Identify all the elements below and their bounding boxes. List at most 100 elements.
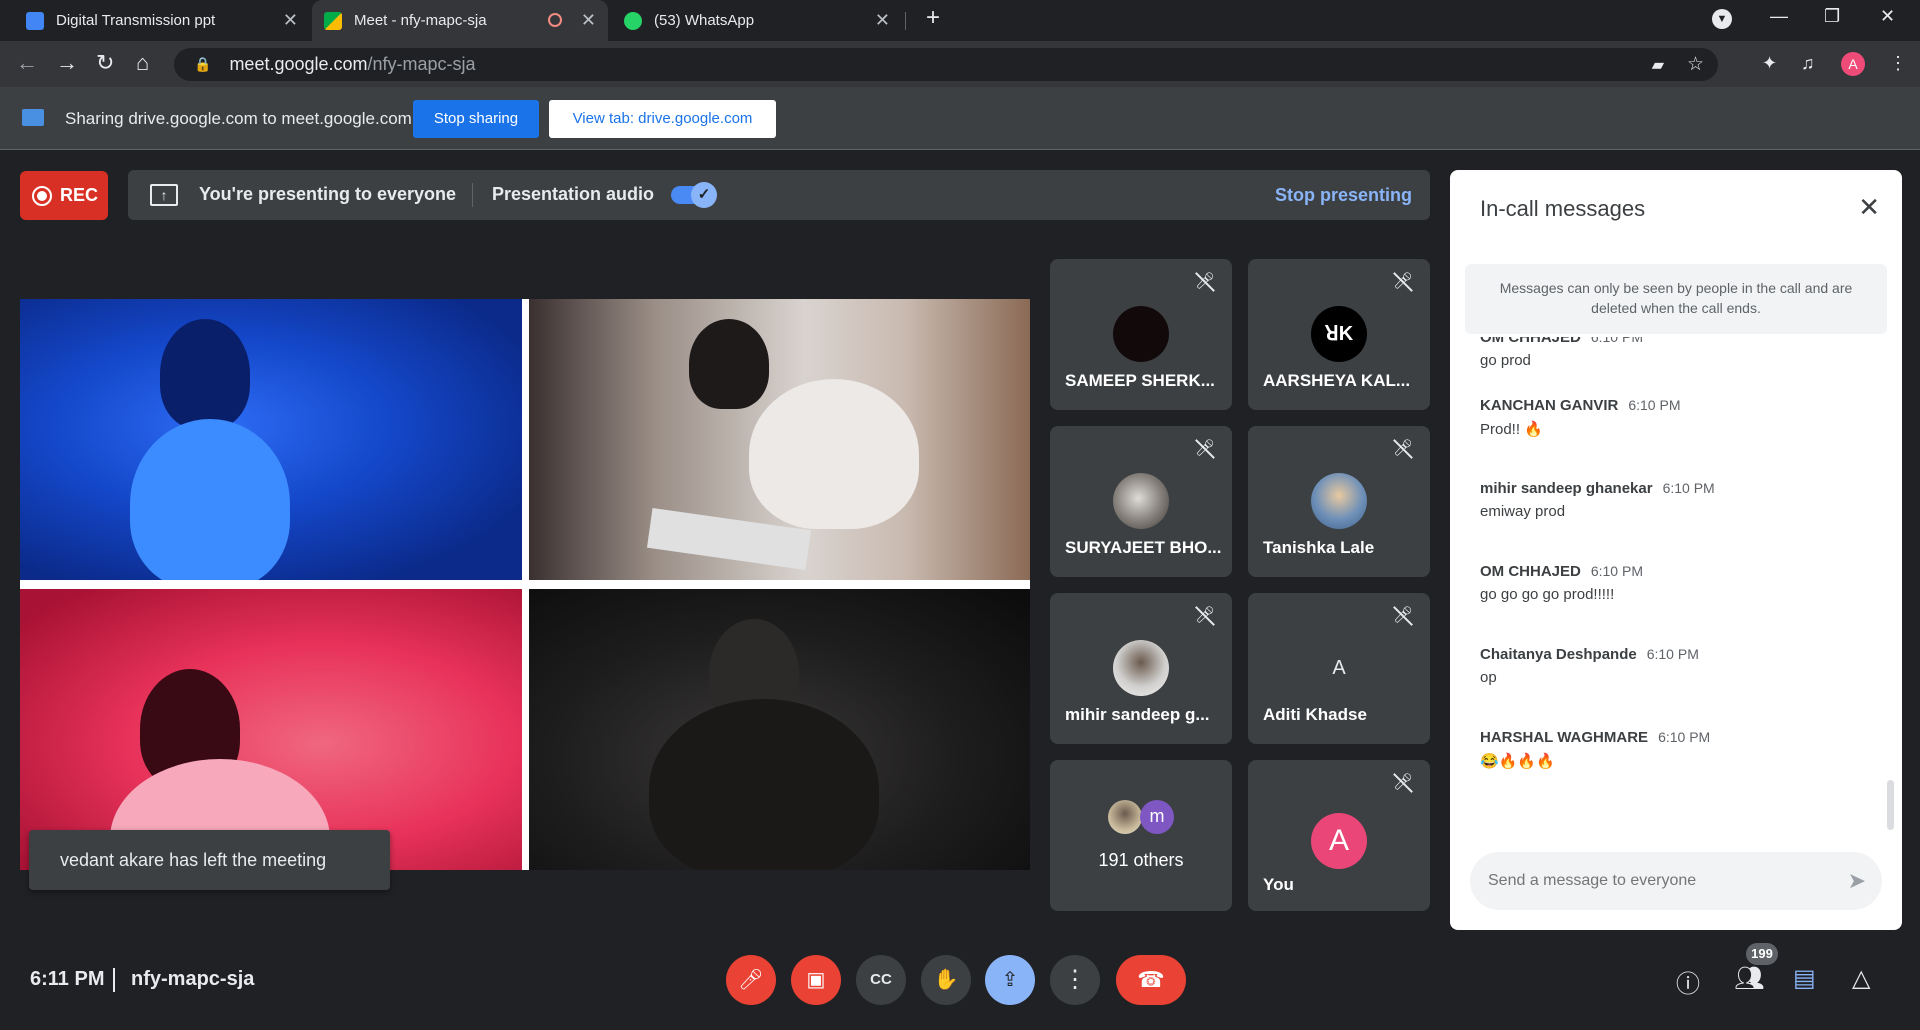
panel-title: In-call messages	[1480, 196, 1646, 221]
meeting-details-icon[interactable]: ⓘ	[1676, 964, 1700, 999]
people-icon[interactable]: 👥︎	[1734, 964, 1764, 993]
meet-icon	[324, 11, 342, 30]
back-icon[interactable]: ←	[16, 51, 38, 75]
close-tab-icon[interactable]: ✕	[581, 10, 596, 31]
video-frame	[20, 589, 522, 870]
presenting-status: You're presenting to everyone	[199, 184, 457, 204]
extensions-icon[interactable]: ✦	[1762, 53, 1777, 74]
avatar	[1108, 800, 1142, 834]
message-sender: mihir sandeep ghanekar 6:10 PM	[1480, 480, 1715, 497]
person-silhouette	[749, 379, 919, 529]
mic-off-icon: 🎤︎	[1194, 605, 1216, 627]
message-time: 6:10 PM	[1628, 397, 1681, 413]
view-tab-button[interactable]: View tab: drive.google.com	[549, 100, 776, 138]
close-tab-icon[interactable]: ✕	[283, 10, 298, 31]
mic-off-button[interactable]: 🎤︎	[726, 955, 776, 1005]
message-text: 😂🔥🔥🔥	[1480, 753, 1555, 770]
chat-message: OM CHHAJED 6:10 PM go go go go prod!!!!!	[1480, 563, 1880, 603]
chat-scrollbar[interactable]	[1887, 780, 1894, 830]
avatar: m	[1140, 800, 1174, 834]
media-control-icon[interactable]: ♫	[1801, 53, 1815, 74]
tab-title: Digital Transmission ppt	[56, 12, 216, 29]
presentation-audio-label: Presentation audio	[492, 184, 655, 204]
participant-name: mihir sandeep g...	[1065, 705, 1210, 724]
activities-icon[interactable]: △	[1852, 964, 1870, 993]
message-sender: Chaitanya Deshpande 6:10 PM	[1480, 646, 1699, 663]
divider	[113, 968, 115, 992]
tab-whatsapp[interactable]: (53) WhatsApp ✕	[612, 0, 902, 41]
stop-presenting-button[interactable]: Stop presenting	[1275, 185, 1412, 206]
camera-off-button[interactable]: ▣	[791, 955, 841, 1005]
tab-meet[interactable]: Meet - nfy-mapc-sja ✕	[312, 0, 608, 41]
participant-name: SAMEEP SHERK...	[1065, 371, 1215, 390]
participant-name: SURYAJEET BHO...	[1065, 538, 1222, 557]
presentation-audio-toggle[interactable]: ✓	[671, 182, 717, 208]
present-now-button[interactable]: ⇪	[985, 955, 1035, 1005]
bookmark-star-icon[interactable]: ☆	[1687, 53, 1704, 76]
address-bar[interactable]: 🔒 meet.google.com /nfy-mapc-sja ▰ ☆	[174, 48, 1718, 81]
slides-icon	[26, 11, 44, 30]
present-screen-icon: ↑	[150, 184, 178, 206]
menu-kebab-icon[interactable]: ⋮	[1889, 53, 1907, 74]
more-options-button[interactable]: ⋮	[1050, 955, 1100, 1005]
message-time: 6:10 PM	[1646, 646, 1699, 662]
camera-icon[interactable]: ▰	[1652, 55, 1664, 75]
message-text: emiway prod	[1480, 503, 1566, 520]
participant-tile[interactable]: 🎤︎ Tanishka Lale	[1248, 426, 1430, 577]
message-sender: HARSHAL WAGHMARE 6:10 PM	[1480, 729, 1711, 746]
participant-tile[interactable]: 🎤︎ mihir sandeep g...	[1050, 593, 1232, 744]
mic-off-icon: 🎤︎	[1392, 605, 1414, 627]
others-tile[interactable]: m 191 others	[1050, 760, 1232, 911]
in-call-messages-panel: In-call messages ✕ Messages can only be …	[1450, 170, 1902, 930]
profile-avatar[interactable]: A	[1841, 52, 1865, 76]
close-window-icon[interactable]: ✕	[1880, 6, 1895, 27]
recording-badge[interactable]: REC	[20, 171, 108, 220]
chat-message: OM CHHAJED 6:10 PM go prod	[1480, 337, 1880, 369]
leave-call-button[interactable]: ☎	[1116, 955, 1186, 1005]
send-icon[interactable]: ➤	[1848, 868, 1866, 894]
reload-icon[interactable]: ↻	[96, 51, 114, 75]
shared-video-grid	[20, 299, 1030, 870]
person-silhouette	[649, 699, 879, 870]
chat-icon[interactable]: ▤	[1793, 964, 1816, 993]
tab-search-icon[interactable]: ▼	[1712, 9, 1732, 29]
meeting-code: nfy-mapc-sja	[131, 968, 255, 990]
close-tab-icon[interactable]: ✕	[875, 10, 890, 31]
raise-hand-button[interactable]: ✋	[921, 955, 971, 1005]
browser-toolbar: ← → ↻ ⌂ 🔒 meet.google.com /nfy-mapc-sja …	[0, 41, 1920, 87]
new-tab-button[interactable]: +	[926, 4, 940, 32]
minimize-icon[interactable]: —	[1770, 6, 1788, 27]
participant-name: AARSHEYA KAL...	[1263, 371, 1411, 390]
captions-button[interactable]: CC	[856, 955, 906, 1005]
mic-off-icon: 🎤︎	[1392, 271, 1414, 293]
mic-off-icon: 🎤︎	[1194, 271, 1216, 293]
record-icon	[32, 185, 52, 206]
participant-tile[interactable]: 🎤︎ A Aditi Khadse	[1248, 593, 1430, 744]
forward-icon[interactable]: →	[56, 51, 78, 75]
url-path: /nfy-mapc-sja	[367, 54, 476, 74]
restore-icon[interactable]: ❐	[1824, 6, 1840, 27]
message-text: go go go go prod!!!!!	[1480, 586, 1615, 603]
stop-sharing-button[interactable]: Stop sharing	[413, 100, 539, 138]
divider	[472, 183, 473, 207]
mic-off-icon: 🎤︎	[1194, 438, 1216, 460]
video-frame	[529, 589, 1030, 870]
close-icon[interactable]: ✕	[1858, 192, 1880, 223]
participant-tile[interactable]: 🎤︎ SURYAJEET BHO...	[1050, 426, 1232, 577]
avatar: A	[1311, 640, 1367, 696]
left-meeting-toast: vedant akare has left the meeting	[29, 830, 390, 890]
url-host: meet.google.com	[229, 54, 368, 74]
self-tile[interactable]: 🎤︎ A You	[1248, 760, 1430, 911]
participant-tile[interactable]: 🎤︎ SAMEEP SHERK...	[1050, 259, 1232, 410]
message-time: 6:10 PM	[1590, 563, 1643, 579]
chat-input[interactable]	[1488, 870, 1828, 892]
chat-notice: Messages can only be seen by people in t…	[1465, 264, 1887, 334]
home-icon[interactable]: ⌂	[136, 51, 149, 75]
tab-digital-transmission[interactable]: Digital Transmission ppt ✕	[14, 0, 310, 41]
message-time: 6:10 PM	[1590, 337, 1643, 345]
message-sender: OM CHHAJED 6:10 PM	[1480, 563, 1643, 580]
chat-message: Chaitanya Deshpande 6:10 PM op	[1480, 646, 1880, 686]
avatar	[1113, 473, 1169, 529]
recording-indicator-icon	[548, 13, 562, 27]
participant-tile[interactable]: 🎤︎ ꓤK AARSHEYA KAL...	[1248, 259, 1430, 410]
